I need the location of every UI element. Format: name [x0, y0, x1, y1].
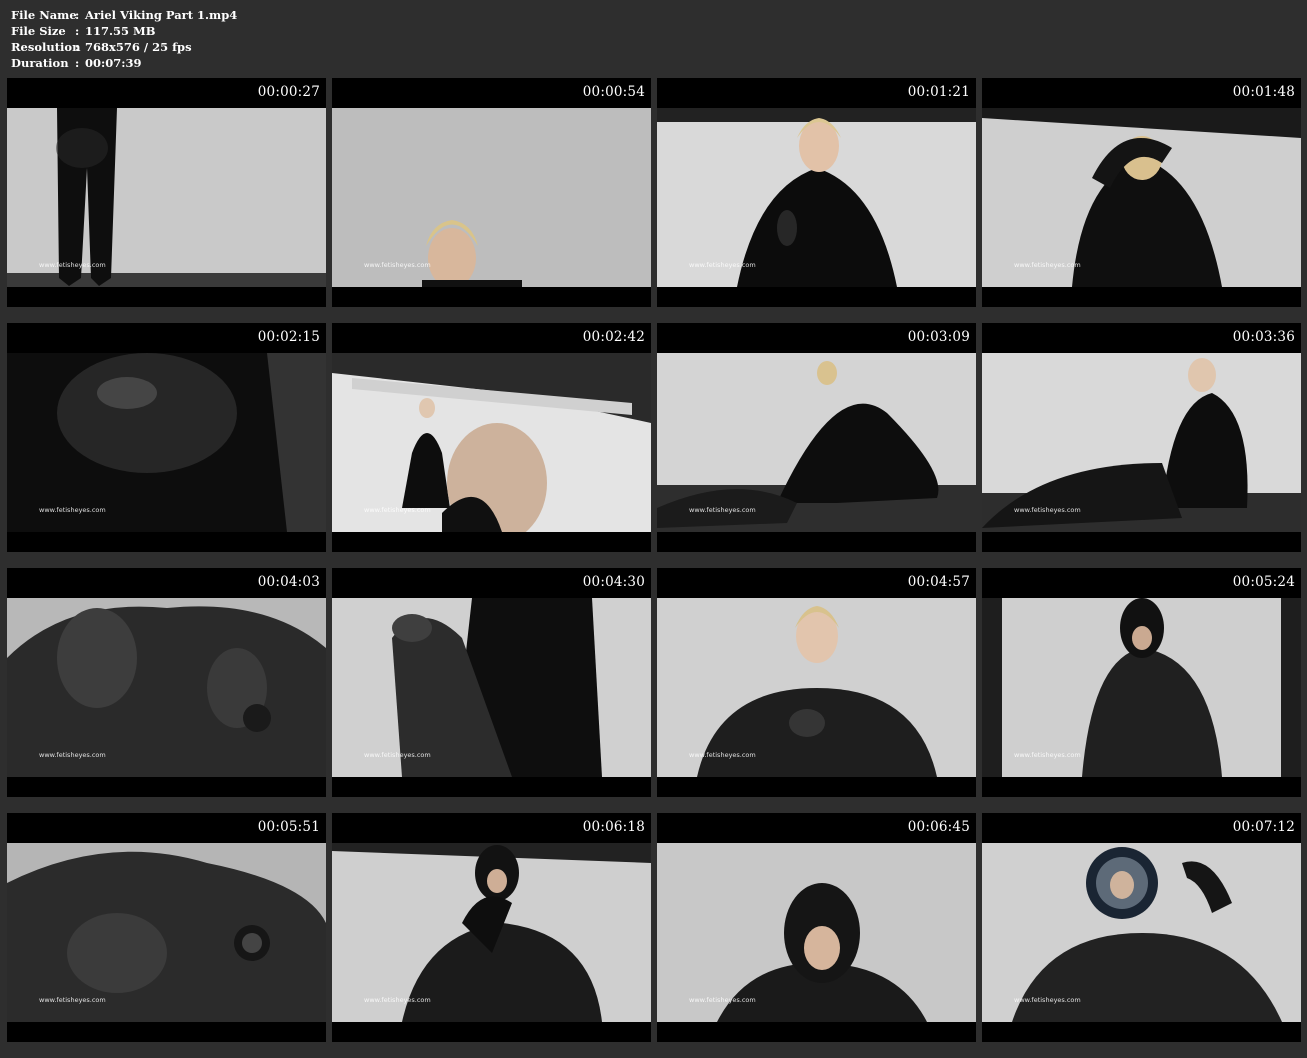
video-frame-image: www.fetisheyes.com: [7, 598, 326, 777]
watermark-text: www.fetisheyes.com: [689, 996, 756, 1004]
info-separator: :: [75, 8, 80, 22]
video-frame-image: www.fetisheyes.com: [7, 108, 326, 287]
video-frame-image: www.fetisheyes.com: [982, 353, 1301, 532]
thumbnail-cell[interactable]: 00:05:51 www.fetisheyes.com: [7, 813, 326, 1042]
thumbnail-cell[interactable]: 00:03:09 www.fetisheyes.com: [657, 323, 976, 552]
watermark-text: www.fetisheyes.com: [689, 506, 756, 514]
timestamp-label: 00:03:36: [1232, 329, 1295, 345]
timestamp-label: 00:07:12: [1232, 819, 1295, 835]
video-frame-image: www.fetisheyes.com: [982, 108, 1301, 287]
thumbnail-cell[interactable]: 00:00:54 www.fetisheyes.com: [332, 78, 651, 307]
timestamp-label: 00:06:18: [582, 819, 645, 835]
thumbnail-cell[interactable]: 00:04:30 www.fetisheyes.com: [332, 568, 651, 797]
video-frame-image: www.fetisheyes.com: [657, 108, 976, 287]
thumbnail-cell[interactable]: 00:01:21 www.fetisheyes.com: [657, 78, 976, 307]
watermark-text: www.fetisheyes.com: [1014, 506, 1081, 514]
timestamp-label: 00:01:21: [907, 84, 970, 100]
info-label: File Name: [11, 8, 77, 22]
video-frame-image: www.fetisheyes.com: [332, 843, 651, 1022]
thumbnail-grid: 00:00:27 www.fetisheyes.com 00:00:54 www.fe…: [7, 78, 1301, 1042]
info-value: 768x576 / 25 fps: [85, 40, 192, 54]
timestamp-label: 00:05:24: [1232, 574, 1295, 590]
video-frame-image: www.fetisheyes.com: [332, 598, 651, 777]
info-row-resolution: Resolution : 768x576 / 25 fps: [11, 39, 237, 55]
timestamp-label: 00:04:30: [582, 574, 645, 590]
thumbnail-cell[interactable]: 00:00:27 www.fetisheyes.com: [7, 78, 326, 307]
info-row-file-size: File Size : 117.55 MB: [11, 23, 237, 39]
timestamp-label: 00:04:03: [257, 574, 320, 590]
video-frame-image: www.fetisheyes.com: [982, 598, 1301, 777]
thumbnail-cell[interactable]: 00:03:36 www.fetisheyes.com: [982, 323, 1301, 552]
info-label: File Size: [11, 24, 66, 38]
watermark-text: www.fetisheyes.com: [1014, 996, 1081, 1004]
watermark-text: www.fetisheyes.com: [39, 261, 106, 269]
timestamp-label: 00:03:09: [907, 329, 970, 345]
info-value: 00:07:39: [85, 56, 142, 70]
info-value: Ariel Viking Part 1.mp4: [85, 8, 238, 22]
watermark-text: www.fetisheyes.com: [364, 506, 431, 514]
thumbnail-cell[interactable]: 00:06:45 www.fetisheyes.com: [657, 813, 976, 1042]
watermark-text: www.fetisheyes.com: [689, 261, 756, 269]
watermark-text: www.fetisheyes.com: [39, 996, 106, 1004]
file-info-header: File Name : Ariel Viking Part 1.mp4 File…: [11, 7, 237, 71]
video-frame-image: www.fetisheyes.com: [657, 353, 976, 532]
video-frame-image: www.fetisheyes.com: [332, 108, 651, 287]
timestamp-label: 00:00:54: [582, 84, 645, 100]
video-frame-image: www.fetisheyes.com: [657, 843, 976, 1022]
thumbnail-cell[interactable]: 00:07:12 www.fetisheyes.com: [982, 813, 1301, 1042]
watermark-text: www.fetisheyes.com: [689, 751, 756, 759]
info-separator: :: [75, 40, 80, 54]
timestamp-label: 00:02:42: [582, 329, 645, 345]
thumbnail-cell[interactable]: 00:05:24 www.fetisheyes.com: [982, 568, 1301, 797]
watermark-text: www.fetisheyes.com: [364, 996, 431, 1004]
thumbnail-cell[interactable]: 00:02:15 www.fetisheyes.com: [7, 323, 326, 552]
info-separator: :: [75, 24, 80, 38]
thumbnail-cell[interactable]: 00:02:42 www.fetisheyes.com: [332, 323, 651, 552]
info-row-duration: Duration : 00:07:39: [11, 55, 237, 71]
thumbnail-cell[interactable]: 00:01:48 www.fetisheyes.com: [982, 78, 1301, 307]
video-frame-image: www.fetisheyes.com: [657, 598, 976, 777]
timestamp-label: 00:01:48: [1232, 84, 1295, 100]
video-frame-image: www.fetisheyes.com: [332, 353, 651, 532]
timestamp-label: 00:05:51: [257, 819, 320, 835]
timestamp-label: 00:06:45: [907, 819, 970, 835]
info-separator: :: [75, 56, 80, 70]
watermark-text: www.fetisheyes.com: [1014, 751, 1081, 759]
watermark-text: www.fetisheyes.com: [364, 751, 431, 759]
timestamp-label: 00:00:27: [257, 84, 320, 100]
timestamp-label: 00:04:57: [907, 574, 970, 590]
thumbnail-cell[interactable]: 00:06:18 www.fetisheyes.com: [332, 813, 651, 1042]
info-label: Resolution: [11, 40, 81, 54]
video-frame-image: www.fetisheyes.com: [7, 353, 326, 532]
timestamp-label: 00:02:15: [257, 329, 320, 345]
thumbnail-cell[interactable]: 00:04:03 www.fetisheyes.com: [7, 568, 326, 797]
watermark-text: www.fetisheyes.com: [364, 261, 431, 269]
watermark-text: www.fetisheyes.com: [39, 751, 106, 759]
info-row-file-name: File Name : Ariel Viking Part 1.mp4: [11, 7, 237, 23]
video-frame-image: www.fetisheyes.com: [7, 843, 326, 1022]
watermark-text: www.fetisheyes.com: [39, 506, 106, 514]
info-label: Duration: [11, 56, 69, 70]
info-value: 117.55 MB: [85, 24, 156, 38]
thumbnail-cell[interactable]: 00:04:57 www.fetisheyes.com: [657, 568, 976, 797]
video-frame-image: www.fetisheyes.com: [982, 843, 1301, 1022]
watermark-text: www.fetisheyes.com: [1014, 261, 1081, 269]
